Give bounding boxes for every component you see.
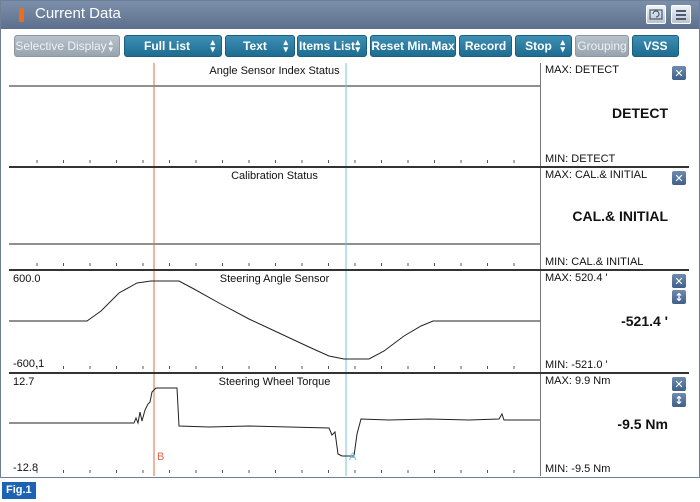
value-panel: MAX: DETECT DETECT MIN: DETECT ✕ bbox=[540, 63, 690, 166]
current-value: -9.5 Nm bbox=[617, 416, 668, 432]
current-value: DETECT bbox=[612, 105, 668, 121]
close-icon[interactable]: ✕ bbox=[672, 66, 686, 80]
text-button[interactable]: Text ▴ ▾ bbox=[225, 35, 295, 57]
vss-button[interactable]: VSS bbox=[632, 35, 679, 57]
reset-minmax-button[interactable]: Reset Min.Max bbox=[370, 35, 456, 57]
plot-area: Steering Angle Sensor 600.0 -600.1 bbox=[9, 271, 540, 372]
min-value: MIN: DETECT bbox=[545, 153, 616, 165]
full-list-button[interactable]: Full List ▴ ▾ bbox=[124, 35, 222, 57]
max-value: MAX: DETECT bbox=[545, 64, 619, 76]
plot-graph bbox=[9, 374, 540, 476]
close-icon[interactable]: ✕ bbox=[672, 274, 686, 288]
value-panel: MAX: 9.9 Nm -9.5 Nm MIN: -9.5 Nm ✕ ↕ bbox=[540, 374, 690, 476]
value-panel: MAX: CAL.& INITIAL CAL.& INITIAL MIN: CA… bbox=[540, 168, 690, 269]
current-value: -521.4 ' bbox=[621, 313, 668, 329]
graph-panel-steering-angle-sensor: Steering Angle Sensor 600.0 -600.1 MAX: … bbox=[9, 271, 689, 372]
cursor-a-label: A bbox=[349, 451, 357, 463]
plot-title: Calibration Status bbox=[231, 170, 318, 182]
stop-label: Stop bbox=[525, 39, 552, 53]
resize-icon[interactable]: ↕ bbox=[672, 393, 686, 407]
plot-title: Angle Sensor Index Status bbox=[209, 65, 340, 77]
window-title: Current Data bbox=[35, 5, 121, 22]
menu-icon[interactable] bbox=[671, 5, 691, 24]
selective-display-button[interactable]: Selective Display ▴ ▾ bbox=[14, 35, 120, 57]
max-value: MAX: CAL.& INITIAL bbox=[545, 169, 648, 181]
y-axis-max-label: 600.0 bbox=[13, 273, 41, 285]
min-value: MIN: CAL.& INITIAL bbox=[545, 256, 644, 268]
value-panel: MAX: 520.4 ' -521.4 ' MIN: -521.0 ' ✕ ↕ bbox=[540, 271, 690, 372]
refresh-icon[interactable] bbox=[646, 5, 666, 24]
close-icon[interactable]: ✕ bbox=[672, 171, 686, 185]
items-list-button[interactable]: Items List ▴ ▾ bbox=[297, 35, 367, 57]
text-label: Text bbox=[243, 39, 267, 53]
grouping-button[interactable]: Grouping bbox=[575, 35, 629, 57]
plot-area: Steering Wheel Torque 12.7 -12.8 B A bbox=[9, 374, 540, 476]
plot-title: Steering Wheel Torque bbox=[218, 376, 331, 388]
app-icon bbox=[19, 8, 24, 22]
min-value: MIN: -9.5 Nm bbox=[545, 463, 611, 475]
items-list-label: Items List bbox=[298, 39, 355, 53]
plot-area: Calibration Status bbox=[9, 168, 540, 269]
plot-graph bbox=[9, 168, 540, 269]
spinner-icon: ▴ ▾ bbox=[283, 37, 288, 54]
max-value: MAX: 9.9 Nm bbox=[545, 375, 611, 387]
max-value: MAX: 520.4 ' bbox=[545, 272, 608, 284]
graph-panel-angle-sensor-index: Angle Sensor Index Status MAX: DETECT DE… bbox=[9, 63, 689, 166]
spinner-icon: ▴ ▾ bbox=[560, 37, 565, 54]
plot-graph bbox=[9, 63, 540, 166]
figure-label: Fig.1 bbox=[2, 482, 36, 499]
y-axis-min-label: -600.1 bbox=[13, 358, 45, 370]
record-button[interactable]: Record bbox=[459, 35, 512, 57]
title-bar: Current Data bbox=[1, 1, 699, 29]
toolbar: Selective Display ▴ ▾ Full List ▴ ▾ Text ▴… bbox=[1, 30, 699, 62]
current-value: CAL.& INITIAL bbox=[572, 208, 668, 224]
plot-graph bbox=[9, 271, 540, 372]
graph-panel-steering-wheel-torque: Steering Wheel Torque 12.7 -12.8 B A MAX… bbox=[9, 374, 689, 476]
spinner-icon: ▴ ▾ bbox=[210, 37, 215, 54]
selective-display-label: Selective Display bbox=[15, 39, 107, 53]
spinner-icon: ▴ ▾ bbox=[355, 37, 360, 54]
plot-area: Angle Sensor Index Status bbox=[9, 63, 540, 166]
y-axis-max-label: 12.7 bbox=[13, 376, 35, 388]
cursor-b-label: B bbox=[157, 451, 165, 463]
plot-title: Steering Angle Sensor bbox=[219, 273, 330, 285]
y-axis-min-label: -12.8 bbox=[13, 462, 39, 474]
graph-panel-calibration-status: Calibration Status MAX: CAL.& INITIAL CA… bbox=[9, 168, 689, 269]
resize-icon[interactable]: ↕ bbox=[672, 290, 686, 304]
stop-button[interactable]: Stop ▴ ▾ bbox=[515, 35, 572, 57]
full-list-label: Full List bbox=[144, 39, 190, 53]
spinner-icon: ▴ ▾ bbox=[108, 37, 113, 54]
min-value: MIN: -521.0 ' bbox=[545, 359, 608, 371]
close-icon[interactable]: ✕ bbox=[672, 377, 686, 391]
